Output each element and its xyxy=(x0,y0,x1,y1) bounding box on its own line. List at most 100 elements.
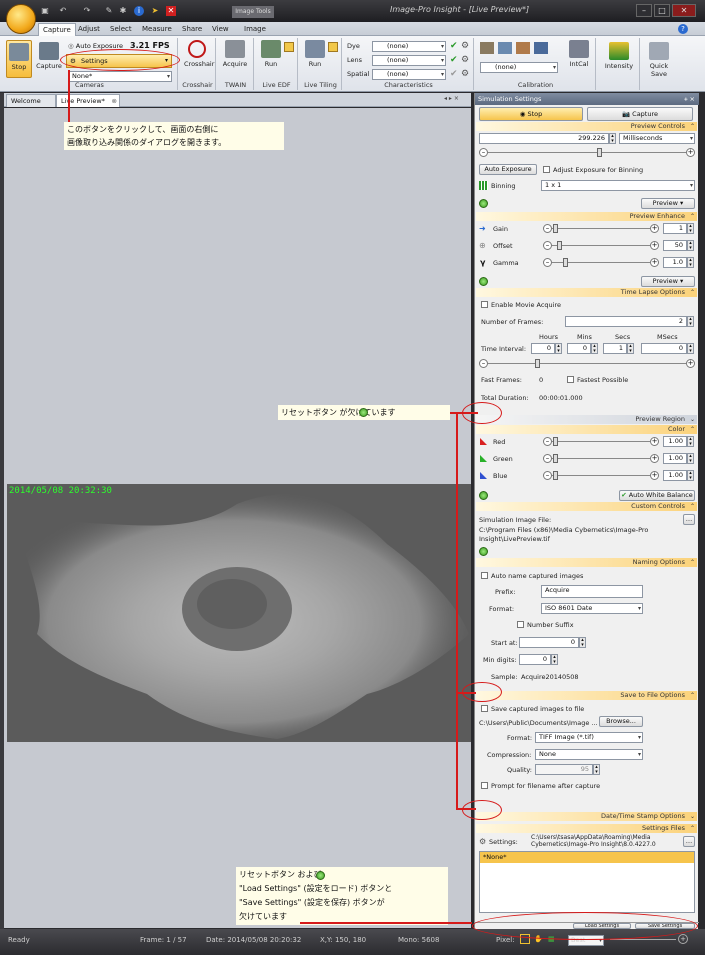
capture-tab[interactable]: 📷 Capture xyxy=(587,107,693,121)
zoom-in-icon[interactable]: + xyxy=(678,934,688,944)
adjust-binning-checkbox[interactable] xyxy=(543,166,550,173)
gain-input[interactable]: 1 xyxy=(663,223,687,234)
minimize-button[interactable]: – xyxy=(636,4,652,17)
spatial-select[interactable]: (none) ▾ xyxy=(372,69,446,80)
file-format-select[interactable]: TIFF Image (*.tif) ▾ xyxy=(535,732,643,743)
preview-button[interactable]: Preview ▾ xyxy=(641,198,695,209)
live-tiling-run-button[interactable]: Run xyxy=(302,40,328,68)
start-at-input[interactable]: 0 xyxy=(519,637,579,648)
tab-image[interactable]: Image xyxy=(240,23,270,36)
slider-knob[interactable] xyxy=(535,359,540,368)
browse-sim-file-button[interactable]: … xyxy=(683,514,695,525)
slider-knob[interactable] xyxy=(563,258,568,267)
tab-select[interactable]: Select xyxy=(106,23,136,36)
close-icon[interactable]: ⊗ xyxy=(111,95,116,107)
tiling-option-icon[interactable] xyxy=(328,42,338,52)
check-icon[interactable]: ✔ xyxy=(450,41,458,51)
offset-input[interactable]: 50 xyxy=(663,240,687,251)
stop-tab[interactable]: ◉ Stop xyxy=(479,107,583,121)
save-icon[interactable]: ▣ xyxy=(40,6,50,16)
datetime-stamp-header[interactable]: Date/Time Stamp Options ⌄ xyxy=(476,812,697,821)
calibration-tool-icon[interactable] xyxy=(498,42,512,54)
frames-spinner[interactable]: ▴ ▾ xyxy=(687,316,694,327)
hours-spinner[interactable]: ▴ ▾ xyxy=(555,343,562,354)
offset-slider[interactable]: – + xyxy=(543,241,659,250)
gamma-spinner[interactable]: ▴ ▾ xyxy=(687,257,694,268)
exposure-unit-select[interactable]: Milliseconds ▾ xyxy=(619,133,695,144)
auto-name-checkbox[interactable] xyxy=(481,572,488,579)
reset-icon[interactable] xyxy=(479,491,488,500)
preview-controls-header[interactable]: Preview Controls ⌃ xyxy=(476,122,697,131)
minus-icon[interactable]: – xyxy=(479,359,488,368)
msecs-input[interactable]: 0 xyxy=(641,343,687,354)
prefix-input[interactable]: Acquire xyxy=(541,585,643,598)
save-to-file-header[interactable]: Save to File Options ⌃ xyxy=(476,691,697,700)
slider-knob[interactable] xyxy=(553,471,558,480)
exposure-input[interactable]: 299.226 xyxy=(479,133,609,144)
interval-slider[interactable]: – + xyxy=(479,359,695,368)
auto-white-balance-button[interactable]: ✔ Auto White Balance xyxy=(619,490,695,501)
plus-icon[interactable]: + xyxy=(650,241,659,250)
tab-capture[interactable]: Capture xyxy=(38,23,76,36)
green-slider[interactable]: – + xyxy=(543,454,659,463)
calibration-tool-icon[interactable] xyxy=(480,42,494,54)
slider-knob[interactable] xyxy=(553,454,558,463)
tab-view[interactable]: View xyxy=(208,23,233,36)
gain-slider[interactable]: – + xyxy=(543,224,659,233)
minus-icon[interactable]: – xyxy=(543,437,552,446)
plus-icon[interactable]: + xyxy=(650,454,659,463)
min-digits-input[interactable]: 0 xyxy=(519,654,551,665)
browse-button[interactable]: Browse... xyxy=(599,716,643,727)
tab-adjust[interactable]: Adjust xyxy=(74,23,104,36)
minus-icon[interactable]: – xyxy=(543,224,552,233)
exposure-slider[interactable]: – + xyxy=(479,148,695,157)
compression-select[interactable]: None ▾ xyxy=(535,749,643,760)
minus-icon[interactable]: – xyxy=(543,258,552,267)
intcal-button[interactable]: IntCal xyxy=(566,40,592,68)
auto-exposure-panel-button[interactable]: Auto Exposure xyxy=(479,164,537,175)
cell-image[interactable] xyxy=(7,484,471,742)
help-icon[interactable]: ? xyxy=(678,24,688,34)
check-icon[interactable]: ✔ xyxy=(450,69,458,79)
name-format-select[interactable]: ISO 8601 Date ▾ xyxy=(541,603,643,614)
hours-input[interactable]: 0 xyxy=(531,343,555,354)
save-captured-checkbox[interactable] xyxy=(481,705,488,712)
color-header[interactable]: Color ⌃ xyxy=(476,425,697,434)
undo-icon[interactable]: ↶ xyxy=(58,6,68,16)
live-edf-run-button[interactable]: Run xyxy=(258,40,284,68)
close-button[interactable]: ✕ xyxy=(672,4,696,17)
application-menu-button[interactable] xyxy=(6,4,36,34)
tab-welcome[interactable]: Welcome xyxy=(6,94,56,107)
minus-icon[interactable]: – xyxy=(543,471,552,480)
lens-select[interactable]: (none) ▾ xyxy=(372,55,446,66)
tool-icon[interactable]: ✎ xyxy=(104,6,114,16)
redo-icon[interactable]: ↷ xyxy=(82,6,92,16)
reset-icon[interactable] xyxy=(479,277,488,286)
blue-input[interactable]: 1.00 xyxy=(663,470,687,481)
gear-icon[interactable]: ⚙ xyxy=(461,41,469,51)
red-slider[interactable]: – + xyxy=(543,437,659,446)
custom-controls-header[interactable]: Custom Controls ⌃ xyxy=(476,502,697,511)
green-input[interactable]: 1.00 xyxy=(663,453,687,464)
preview-region-header[interactable]: Preview Region ⌄ xyxy=(476,415,697,424)
time-lapse-header[interactable]: Time Lapse Options ⌃ xyxy=(476,288,697,297)
settings-icon[interactable]: ✱ xyxy=(118,6,128,16)
minus-icon[interactable]: – xyxy=(479,148,488,157)
pin-close-icon[interactable]: ᚐ × xyxy=(684,93,695,105)
maximize-button[interactable]: □ xyxy=(654,4,670,17)
fastest-possible-checkbox[interactable] xyxy=(567,376,574,383)
naming-options-header[interactable]: Naming Options ⌃ xyxy=(476,558,697,567)
tab-scroll-arrows-icon[interactable]: ◂ ▸ × xyxy=(444,95,459,102)
exposure-spinner[interactable]: ▴ ▾ xyxy=(609,133,616,144)
browse-settings-button[interactable]: … xyxy=(683,836,695,847)
capture-button[interactable]: Capture xyxy=(36,40,62,78)
mins-input[interactable]: 0 xyxy=(567,343,591,354)
blue-slider[interactable]: – + xyxy=(543,471,659,480)
tab-measure[interactable]: Measure xyxy=(138,23,176,36)
binning-select[interactable]: 1 x 1 ▾ xyxy=(541,180,695,191)
quick-save-button[interactable]: Quick Save xyxy=(646,42,672,78)
close-image-icon[interactable]: ✕ xyxy=(166,6,176,16)
plus-icon[interactable]: + xyxy=(650,224,659,233)
calibration-tool-icon[interactable] xyxy=(516,42,530,54)
plus-icon[interactable]: + xyxy=(650,471,659,480)
